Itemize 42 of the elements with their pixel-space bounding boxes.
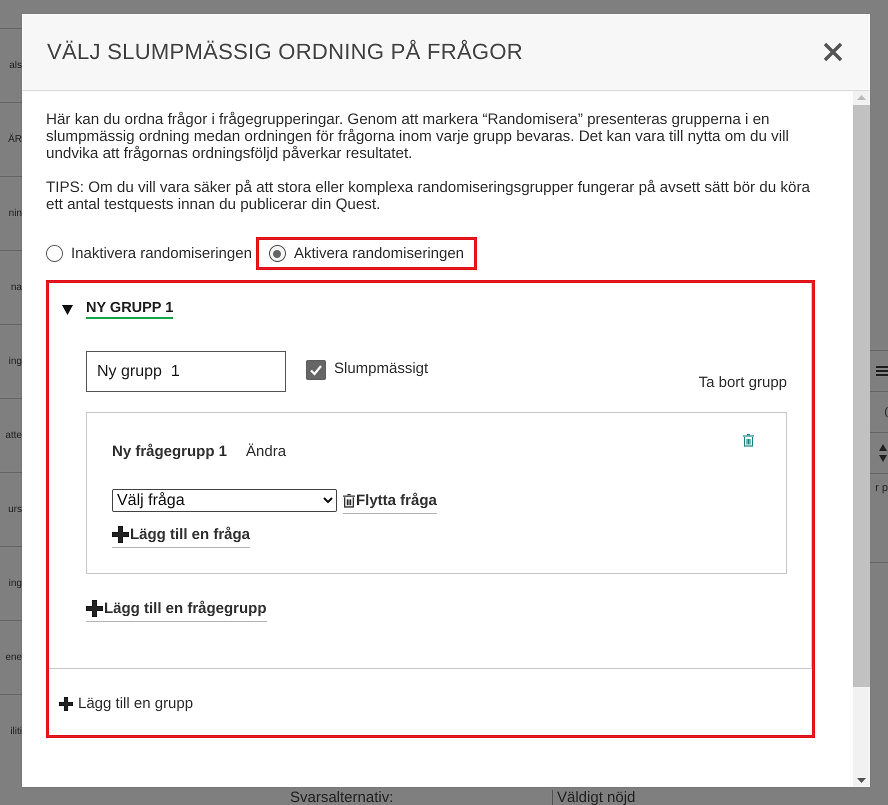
checkbox-label[interactable]: Slumpmässigt	[334, 360, 428, 377]
background-text: ing	[8, 356, 22, 367]
background-text: urs	[8, 504, 22, 515]
intro-text: Här kan du ordna frågor i frågegrupperingar. Genom att markera “Randomisera” presenteras grupperna i en slumpmässig ordning medan ordningen för frågorna inom varje grupp bevaras. Det kan vara till nytta om du vill undvika att frågornas ordningsföljd påverkar resultatet.	[46, 111, 790, 162]
move-question-link[interactable]: Flytta fråga	[343, 492, 437, 514]
radio-label[interactable]: Inaktivera randomiseringen	[71, 245, 252, 262]
plus-icon[interactable]	[59, 696, 73, 710]
radio-label[interactable]: Aktivera randomiseringen	[294, 245, 464, 262]
background-text: ing	[8, 578, 22, 589]
background-text: nin	[8, 208, 22, 219]
background-text: als	[9, 60, 22, 71]
background-text: atte	[5, 430, 22, 441]
tips-text: TIPS: Om du vill vara säker på att stora eller komplexa randomiseringsgrupper fungerar på avsett sätt bör du köra ett antal testquests innan du publicerar din Quest.	[46, 179, 811, 213]
delete-icon[interactable]	[743, 434, 754, 447]
trash-icon[interactable]	[343, 494, 355, 508]
radio-button[interactable]	[268, 245, 286, 262]
add-question-link[interactable]: Lägg till en fråga	[112, 526, 250, 548]
background-text: ÄR	[8, 134, 22, 145]
background-text: r p	[875, 482, 888, 494]
plus-icon[interactable]	[86, 600, 103, 617]
background-value: Väldigt nöjd	[557, 790, 636, 805]
remove-group-link[interactable]: Ta bort grupp	[698, 374, 787, 391]
dialog-title: VÄLJ SLUMPMÄSSIG ORDNING PÅ FRÅGOR	[47, 39, 523, 65]
background-text: iliti	[10, 726, 22, 737]
radio-button[interactable]	[46, 245, 63, 262]
background-text: ene	[5, 652, 22, 663]
edit-link[interactable]: Ändra	[246, 443, 286, 460]
scrollbar[interactable]	[853, 91, 870, 787]
collapse-icon[interactable]	[62, 304, 73, 314]
group-tab[interactable]: NY GRUPP 1	[86, 300, 174, 319]
add-question-group-link[interactable]: Lägg till en frågegrupp	[86, 600, 267, 622]
background-text: (	[884, 406, 888, 418]
background-label: Svarsalternativ:	[290, 790, 553, 805]
add-group-link[interactable]: Lägg till en grupp	[59, 695, 194, 712]
question-group-name: Ny frågegrupp 1	[112, 443, 228, 460]
question-select[interactable]: Välj fråga	[112, 488, 337, 512]
list-icon	[876, 366, 888, 376]
background-text: na	[10, 282, 22, 293]
plus-icon[interactable]	[112, 526, 129, 543]
close-icon[interactable]	[823, 42, 843, 62]
spinner-icon	[878, 443, 888, 463]
group-name-field[interactable]: Ny grupp 1	[86, 351, 286, 392]
